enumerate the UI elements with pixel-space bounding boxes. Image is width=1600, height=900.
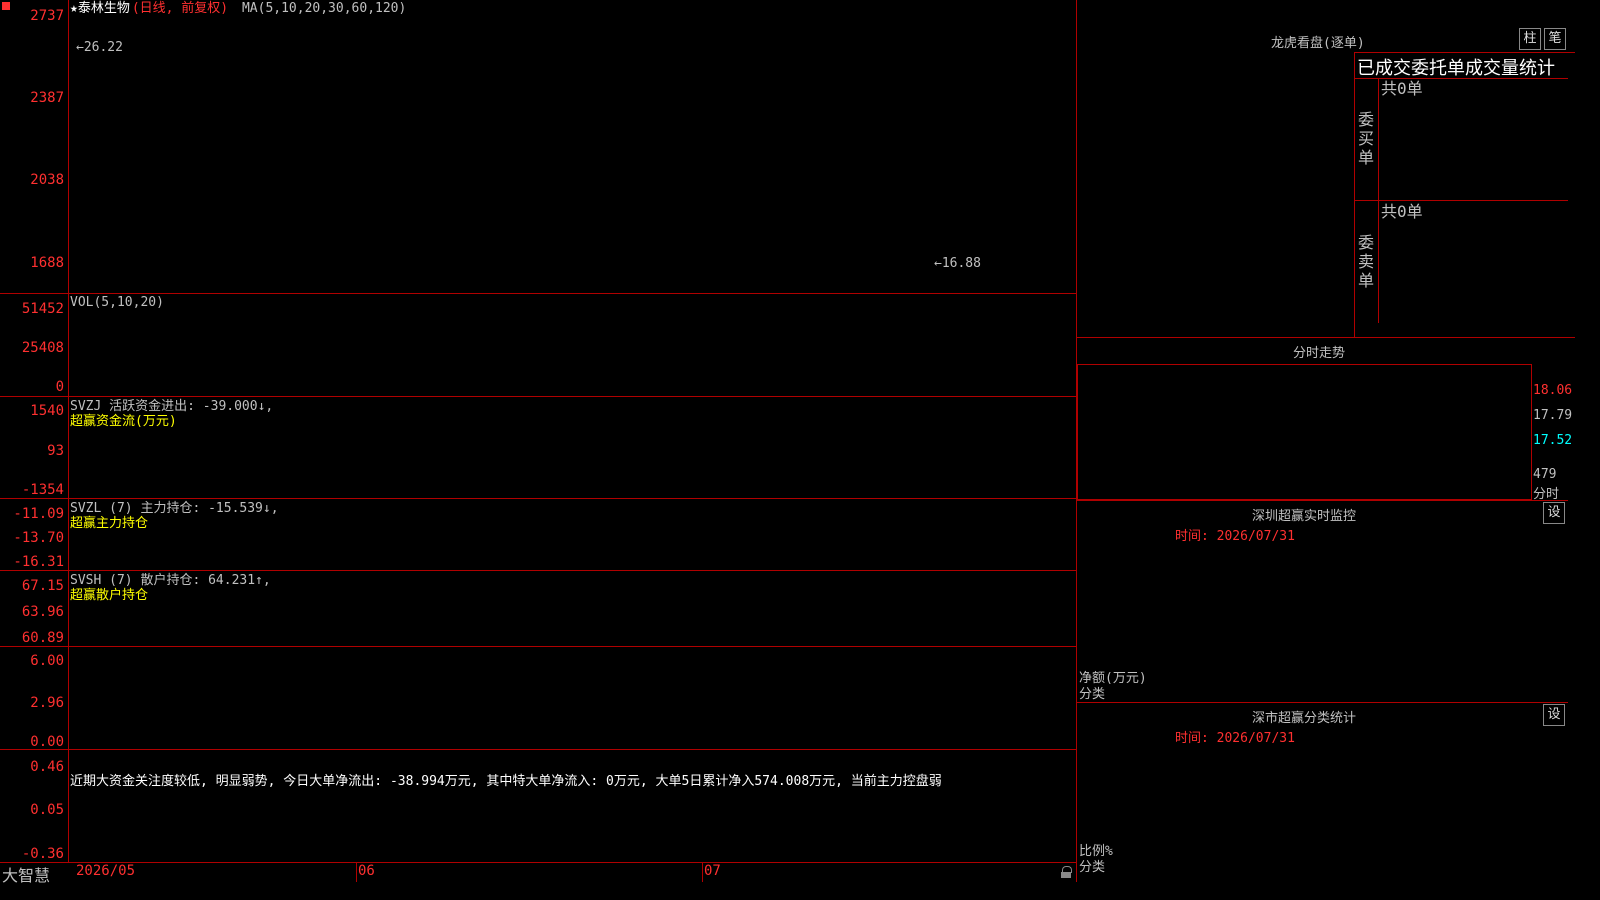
ai1-tick: 6.00: [30, 653, 64, 669]
svzj-axis: 1540 93 -1354: [0, 397, 69, 499]
vol-tick: 51452: [21, 301, 64, 317]
ai1-chart: [68, 647, 1076, 749]
svzj-tick: -1354: [21, 482, 64, 498]
lock-body: [1061, 872, 1071, 878]
vol-title: VOL(5,10,20): [70, 295, 164, 310]
vol-pane[interactable]: VOL(5,10,20): [68, 294, 1076, 397]
ai2-tick: 0.05: [30, 802, 64, 818]
ma-header: MA(5,10,20,30,60,120): [241, 1, 407, 16]
price-header: ★泰林生物 (日线, 前复权) MA(5,10,20,30,60,120): [70, 2, 418, 16]
fenshi-tick: 17.79: [1533, 408, 1573, 423]
stock-mode: (日线, 前复权): [131, 1, 229, 16]
panel-divider: [1076, 0, 1077, 882]
svzl-header: SVZL (7) 主力持仓: -15.539↓, 超赢主力持仓: [70, 501, 279, 531]
sell-label: 委卖单: [1358, 233, 1375, 290]
price-pane[interactable]: ★泰林生物 (日线, 前复权) MA(5,10,20,30,60,120) ←26…: [68, 0, 1076, 294]
svsh-pane[interactable]: SVSH (7) 散户持仓: 64.231↑, 超赢散户持仓: [68, 571, 1076, 647]
price-axis: 2737 2387 2038 1688: [0, 0, 69, 294]
longhu-mid-divider: [1354, 200, 1568, 201]
svzl-tick: -13.70: [13, 530, 64, 546]
svsh-sub: 超赢散户持仓: [70, 588, 149, 603]
ai2-chart: [68, 750, 1076, 862]
monitor-chart: [1077, 500, 1568, 700]
svzl-sub: 超赢主力持仓: [70, 516, 149, 531]
x-label: 06: [358, 863, 375, 879]
x-divider: [702, 863, 703, 882]
svsh-tick: 67.15: [21, 578, 64, 594]
ai2-tick: -0.36: [21, 846, 64, 862]
price-chart: [68, 0, 1076, 293]
vol-tick: 25408: [21, 340, 64, 356]
svsh-title: SVSH (7) 散户持仓: 64.231↑,: [70, 573, 271, 588]
price-tick: 2038: [30, 172, 64, 188]
vol-header: VOL(5,10,20): [70, 296, 176, 310]
stock-title: ★泰林生物: [70, 1, 130, 16]
svzl-axis: -11.09 -13.70 -16.31: [0, 499, 69, 571]
fenshi-topline: [1077, 337, 1568, 338]
svsh-axis: 67.15 63.96 60.89: [0, 571, 69, 647]
buy-total: 共0单: [1381, 79, 1423, 98]
fenshi-tick: 17.52: [1533, 433, 1573, 448]
classify-xlabel: 分类: [1079, 860, 1106, 875]
monitor-xlabel: 分类: [1079, 687, 1106, 702]
longhu-title: 龙虎看盘(逐单): [1271, 36, 1365, 51]
ai2-comment: 近期大资金关注度较低, 明显弱势, 今日大单净流出: -38.994万元, 其中…: [70, 774, 942, 789]
longhu-tick-button[interactable]: 笔: [1544, 28, 1566, 50]
sell-total: 共0单: [1381, 202, 1423, 221]
svzl-pane[interactable]: SVZL (7) 主力持仓: -15.539↓, 超赢主力持仓: [68, 499, 1076, 571]
svzj-header: SVZJ 活跃资金进出: -39.000↓, 超赢资金流(万元): [70, 399, 273, 429]
price-tick: 1688: [30, 255, 64, 271]
x-label: 07: [704, 863, 721, 879]
svsh-tick: 63.96: [21, 604, 64, 620]
ai2-axis: 0.46 0.05 -0.36: [0, 750, 69, 863]
app-logo: 大智慧: [2, 866, 51, 885]
ai1-pane[interactable]: [68, 647, 1076, 750]
high-note: ←26.22: [76, 40, 123, 55]
buy-label: 委买单: [1358, 110, 1375, 167]
x-axis: 2026/05 06 07: [68, 863, 1076, 882]
longhu-bar-button[interactable]: 柱: [1519, 28, 1541, 50]
ai1-axis: 6.00 2.96 0.00: [0, 647, 69, 750]
longhu-section: 已成交委托单成交量统计: [1357, 58, 1555, 79]
fenshi-vol-tick: 479: [1533, 467, 1557, 482]
price-tick: 2737: [30, 8, 64, 24]
svzj-tick: 93: [47, 443, 64, 459]
x-label: 2026/05: [76, 863, 136, 879]
ai2-pane[interactable]: 近期大资金关注度较低, 明显弱势, 今日大单净流出: -38.994万元, 其中…: [68, 750, 1076, 863]
longhu-col-divider: [1378, 78, 1379, 323]
ai1-tick: 0.00: [30, 734, 64, 750]
svzj-title: SVZJ 活跃资金进出: -39.000↓,: [70, 399, 274, 414]
svzl-tick: -11.09: [13, 506, 64, 522]
vol-chart: [68, 294, 1076, 396]
svsh-header: SVSH (7) 散户持仓: 64.231↑, 超赢散户持仓: [70, 573, 271, 603]
vol-tick: 0: [55, 379, 64, 395]
x-divider: [356, 863, 357, 882]
svzj-sub: 超赢资金流(万元): [70, 414, 177, 429]
fenshi-title: 分时走势: [1293, 346, 1346, 361]
svzl-title: SVZL (7) 主力持仓: -15.539↓,: [70, 501, 279, 516]
svsh-tick: 60.89: [21, 630, 64, 646]
classify-chart: [1077, 702, 1568, 882]
svzl-tick: -16.31: [13, 554, 64, 570]
menu-icon[interactable]: [2, 2, 10, 10]
ai2-tick: 0.46: [30, 759, 64, 775]
low-note: ←16.88: [934, 256, 981, 271]
svzj-tick: 1540: [30, 403, 64, 419]
right-panel: 龙虎看盘(逐单) 柱 笔 已成交委托单成交量统计 委买单 委卖单 共0单 共0单…: [1077, 0, 1575, 882]
svzj-pane[interactable]: SVZJ 活跃资金进出: -39.000↓, 超赢资金流(万元): [68, 397, 1076, 499]
fenshi-chart: [1077, 364, 1530, 498]
fenshi-tick: 18.06: [1533, 383, 1573, 398]
vol-axis: 51452 25408 0: [0, 294, 69, 397]
price-tick: 2387: [30, 90, 64, 106]
ai1-tick: 2.96: [30, 695, 64, 711]
